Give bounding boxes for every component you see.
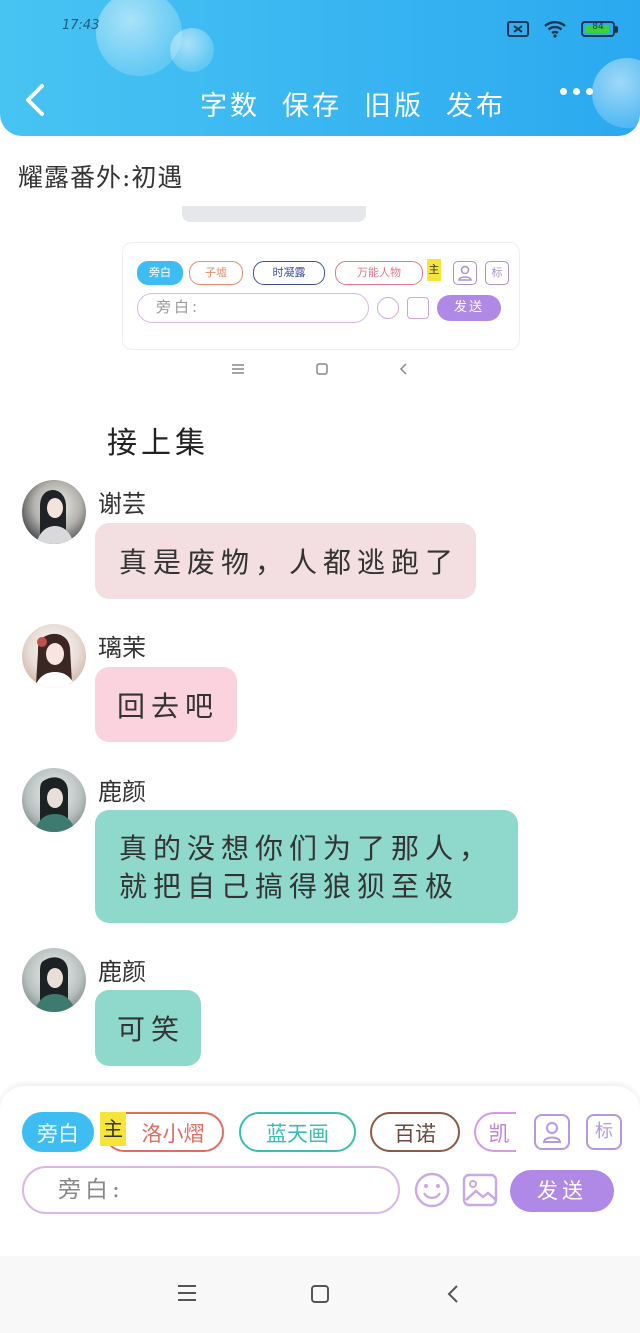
sender-name: 璃茉 <box>98 634 146 662</box>
embedded-chip: 万能人物 <box>335 261 423 285</box>
status-icons: 84 <box>507 16 618 42</box>
embedded-emoji-icon <box>377 297 399 319</box>
chevron-left-icon <box>26 84 44 116</box>
message-text: 可笑 <box>117 1013 186 1046</box>
message-input[interactable]: 旁白: <box>22 1166 400 1214</box>
role-chip-narration[interactable]: 旁白 <box>22 1112 94 1152</box>
sender-name: 谢芸 <box>98 490 146 518</box>
embedded-mark-label: 标 <box>485 261 509 285</box>
header-decoration <box>170 28 214 72</box>
emoji-button[interactable] <box>414 1172 450 1208</box>
embedded-main-badge: 主 <box>427 259 441 281</box>
embedded-person-icon <box>453 261 477 285</box>
message-text-line: 真的没想你们为了那人， <box>119 832 494 865</box>
embedded-input: 旁白: <box>137 293 369 323</box>
add-role-button[interactable] <box>534 1114 570 1150</box>
more-button[interactable] <box>560 88 593 95</box>
embedded-menu-icon <box>232 364 244 374</box>
send-button[interactable]: 发送 <box>510 1170 614 1212</box>
save-button[interactable]: 保存 <box>282 84 342 123</box>
message-text: 真是废物，人都逃跑了 <box>119 546 460 579</box>
continuation-heading: 接上集 <box>107 426 209 461</box>
header-actions: 字数 保存 旧版 发布 <box>200 84 506 123</box>
embedded-send-button: 发送 <box>437 295 501 321</box>
message-bubble[interactable]: 可笑 <box>95 990 201 1066</box>
embedded-chip: 子墟 <box>189 261 243 285</box>
message-text-line: 就把自己搞得狼狈至极 <box>119 870 460 903</box>
header-decoration <box>96 0 182 76</box>
battery-level: 84 <box>592 22 604 32</box>
main-role-badge: 主 <box>100 1112 126 1146</box>
image-button[interactable] <box>462 1172 498 1208</box>
back-button[interactable] <box>20 80 50 120</box>
message-bubble[interactable]: 真是废物，人都逃跑了 <box>95 523 476 599</box>
system-nav-bar <box>0 1256 640 1333</box>
role-chip[interactable]: 百诺 <box>370 1112 460 1152</box>
wifi-icon <box>544 21 566 38</box>
menu-icon <box>178 1285 196 1301</box>
menu-button[interactable] <box>176 1284 198 1306</box>
embedded-screenshot-top <box>182 206 366 222</box>
sim-off-icon <box>507 21 529 37</box>
battery-icon: 84 <box>581 21 618 37</box>
home-button[interactable] <box>310 1284 330 1308</box>
role-chip[interactable]: 凯 <box>474 1112 516 1152</box>
sender-name: 鹿颜 <box>98 958 146 986</box>
status-time: 17:43 <box>62 18 100 33</box>
embedded-home-icon <box>316 363 328 375</box>
sender-name: 鹿颜 <box>98 778 146 806</box>
mark-button[interactable]: 标 <box>586 1114 622 1150</box>
embedded-screenshot: 旁白 子墟 时凝露 万能人物 主 标 旁白: 发送 <box>122 242 520 350</box>
nav-back-button[interactable] <box>446 1284 460 1308</box>
avatar[interactable] <box>22 624 86 688</box>
embedded-chip: 旁白 <box>137 261 183 285</box>
back-icon <box>447 1285 458 1303</box>
emoji-icon <box>414 1172 450 1208</box>
avatar[interactable] <box>22 480 86 544</box>
message-text: 回去吧 <box>117 690 220 723</box>
home-icon <box>311 1285 329 1303</box>
embedded-image-icon <box>407 297 429 319</box>
role-chip[interactable]: 蓝天画 <box>239 1112 356 1152</box>
message-bubble[interactable]: 真的没想你们为了那人， 就把自己搞得狼狈至极 <box>95 810 518 923</box>
word-count-button[interactable]: 字数 <box>200 84 260 123</box>
document-title[interactable]: 耀露番外:初遇 <box>18 158 183 194</box>
avatar[interactable] <box>22 768 86 832</box>
avatar[interactable] <box>22 948 86 1012</box>
image-icon <box>462 1173 498 1207</box>
embedded-chip: 时凝露 <box>253 261 325 285</box>
message-bubble[interactable]: 回去吧 <box>95 667 237 742</box>
old-version-button[interactable]: 旧版 <box>364 84 424 123</box>
embedded-back-icon <box>399 363 407 375</box>
publish-button[interactable]: 发布 <box>446 84 506 123</box>
header-decoration <box>592 58 640 128</box>
embedded-nav-bar <box>230 362 410 376</box>
person-icon <box>542 1122 562 1143</box>
